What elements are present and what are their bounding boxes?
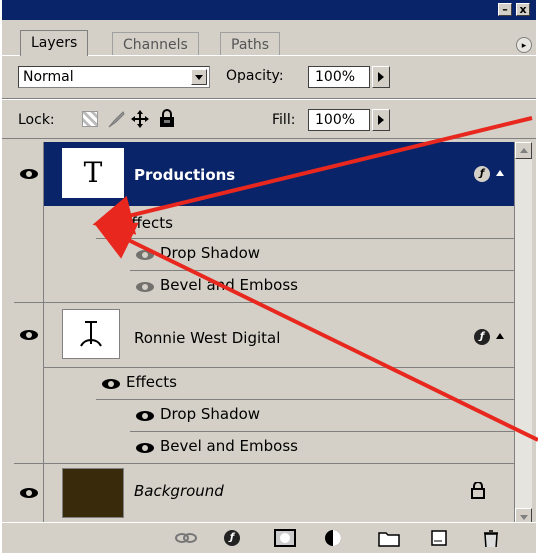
eye-icon[interactable] — [136, 282, 154, 292]
divider — [44, 367, 514, 368]
lock-row: Lock: Fill: 100% — [2, 100, 536, 140]
trash-icon[interactable] — [482, 529, 500, 547]
eye-icon[interactable] — [136, 443, 154, 453]
layer-productions[interactable]: T Productions ƒ Effects Drop Shadow Beve… — [14, 142, 514, 302]
expand-effects-icon[interactable] — [496, 170, 504, 176]
palette-menu-button[interactable]: ▸ — [516, 37, 532, 53]
lock-brush-icon[interactable] — [106, 109, 126, 129]
tab-channels[interactable]: Channels — [112, 32, 199, 56]
lock-label: Lock: — [18, 112, 55, 128]
layer-effects-icon[interactable]: ƒ — [474, 329, 490, 345]
visibility-toggle[interactable] — [14, 206, 44, 302]
lock-move-icon[interactable] — [130, 109, 150, 129]
layer-thumbnail — [62, 309, 120, 359]
effects-label: Effects — [122, 214, 173, 232]
expand-effects-icon[interactable] — [496, 333, 504, 339]
link-layers-icon[interactable] — [174, 529, 198, 547]
effect-drop-shadow[interactable]: Drop Shadow — [160, 405, 260, 423]
eye-icon[interactable] — [136, 250, 154, 260]
tab-layers[interactable]: Layers — [20, 30, 89, 56]
layer-background[interactable]: Background — [14, 464, 514, 522]
chevron-down-icon — [520, 515, 528, 520]
layer-ronnie-west-digital[interactable]: Ronnie West Digital ƒ Effects Drop Shado… — [14, 303, 514, 463]
effect-drop-shadow[interactable]: Drop Shadow — [160, 244, 260, 262]
lock-all-icon[interactable] — [158, 109, 176, 129]
eye-icon — [20, 330, 38, 340]
layer-thumbnail: T — [62, 148, 124, 198]
type-layer-icon — [80, 321, 102, 347]
blend-row: Normal Opacity: 100% — [2, 58, 536, 98]
eye-icon — [20, 488, 38, 498]
blend-mode-value: Normal — [23, 69, 74, 85]
effects-label: Effects — [126, 373, 177, 391]
divider — [2, 138, 536, 139]
tab-paths[interactable]: Paths — [220, 32, 281, 56]
new-group-icon[interactable] — [378, 529, 400, 547]
layer-effects-icon[interactable]: ƒ — [474, 166, 490, 182]
effect-bevel-emboss[interactable]: Bevel and Emboss — [160, 437, 298, 455]
lock-icon — [471, 482, 485, 499]
fill-slider-button[interactable] — [372, 109, 390, 131]
add-mask-icon[interactable] — [274, 529, 296, 547]
minimize-button[interactable]: – — [498, 3, 512, 16]
eye-icon — [20, 169, 38, 179]
layer-thumbnail — [62, 468, 124, 518]
palette-title-bar: – x — [2, 0, 536, 20]
scroll-up-button[interactable] — [515, 142, 532, 159]
layers-scrollbar[interactable] — [514, 142, 532, 527]
chevron-up-icon — [520, 148, 528, 153]
visibility-toggle[interactable] — [14, 303, 44, 463]
visibility-toggle[interactable] — [14, 142, 44, 206]
fill-label: Fill: — [272, 112, 296, 128]
opacity-label: Opacity: — [226, 68, 284, 84]
divider — [130, 431, 514, 432]
close-button[interactable]: x — [516, 3, 530, 16]
layer-name[interactable]: Background — [134, 482, 224, 500]
new-adjustment-layer-icon[interactable] — [324, 529, 348, 547]
visibility-toggle[interactable] — [14, 464, 44, 522]
divider — [130, 270, 514, 271]
eye-icon[interactable] — [102, 379, 120, 389]
layers-panel: – x Layers Channels Paths ▸ Normal Opaci… — [2, 0, 536, 553]
lock-transparency-icon[interactable] — [82, 111, 98, 127]
palette-tabs: Layers Channels Paths — [2, 22, 536, 56]
divider — [96, 238, 514, 239]
blend-mode-select[interactable]: Normal — [18, 66, 210, 88]
opacity-input[interactable]: 100% — [308, 66, 370, 88]
divider — [96, 399, 514, 400]
opacity-slider-button[interactable] — [372, 66, 390, 88]
chevron-down-icon[interactable] — [191, 69, 207, 85]
layer-name[interactable]: Ronnie West Digital — [134, 329, 280, 347]
layers-list: T Productions ƒ Effects Drop Shadow Beve… — [14, 142, 514, 522]
effect-bevel-emboss[interactable]: Bevel and Emboss — [160, 276, 298, 294]
new-layer-icon[interactable] — [430, 529, 448, 547]
layer-name[interactable]: Productions — [134, 166, 235, 184]
add-layer-style-icon[interactable]: ƒ — [224, 530, 240, 546]
layers-bottom-toolbar: ƒ — [2, 522, 536, 553]
type-layer-icon: T — [83, 156, 103, 189]
eye-icon[interactable] — [136, 411, 154, 421]
fill-input[interactable]: 100% — [308, 109, 370, 131]
